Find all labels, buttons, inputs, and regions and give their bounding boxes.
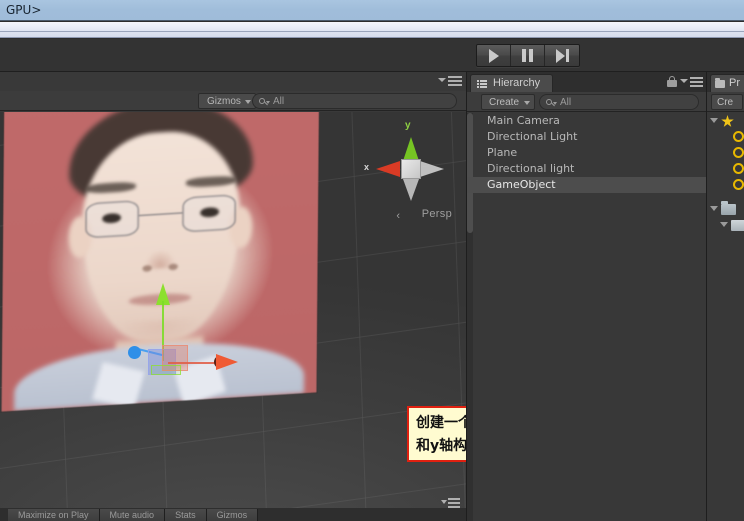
annotation-line-2: 和y轴构成平面正好和Plane平齐 bbox=[416, 438, 466, 454]
step-icon bbox=[555, 48, 569, 63]
scene-view-toolbar: Gizmos All bbox=[0, 91, 466, 111]
transform-move-gizmo[interactable] bbox=[118, 277, 248, 387]
game-panel-menu-icon[interactable] bbox=[440, 498, 460, 508]
search-chevron-icon bbox=[553, 102, 557, 105]
create-dropdown-button[interactable]: Create bbox=[481, 94, 536, 110]
project-list bbox=[707, 113, 744, 521]
hierarchy-item-directional-light-2[interactable]: Directional light bbox=[467, 161, 707, 177]
hierarchy-panel: Hierarchy Create All Main Camera Directi… bbox=[466, 72, 707, 521]
hierarchy-search-input[interactable]: All bbox=[539, 94, 699, 110]
window-titlebar: GPU> bbox=[0, 0, 744, 21]
pause-icon bbox=[522, 49, 533, 62]
star-icon bbox=[721, 115, 734, 127]
pause-button[interactable] bbox=[511, 45, 545, 66]
tab-hierarchy[interactable]: Hierarchy bbox=[470, 74, 554, 92]
projection-mode-label[interactable]: Persp bbox=[422, 208, 452, 220]
play-icon bbox=[488, 48, 499, 63]
search-icon bbox=[733, 163, 744, 174]
gizmos-label: Gizmos bbox=[207, 96, 241, 107]
project-row-assets[interactable] bbox=[707, 201, 744, 217]
scene-viewport[interactable]: y x ‹ Persp 创建一个空对象，旋转角度，使其x 和y轴构成平面正好和P… bbox=[0, 112, 466, 521]
editor-toolbar bbox=[0, 39, 744, 72]
mute-audio-button[interactable]: Mute audio bbox=[99, 509, 166, 521]
hierarchy-toolbar: Create All bbox=[467, 92, 707, 112]
gizmos-dropdown-button[interactable]: Gizmos bbox=[198, 93, 256, 109]
playback-controls bbox=[476, 44, 580, 67]
game-view-tabbar: Maximize on Play Mute audio Stats Gizmos bbox=[0, 498, 466, 521]
window-menu-strip bbox=[0, 22, 744, 32]
tab-project[interactable]: Pr bbox=[710, 74, 744, 92]
chevron-down-icon bbox=[524, 101, 531, 105]
project-panel: Pr Cre bbox=[706, 72, 744, 521]
game-view-options: Maximize on Play Mute audio Stats Gizmos bbox=[8, 509, 259, 521]
project-toolbar: Cre bbox=[707, 92, 744, 112]
gizmo-z-axis-icon[interactable] bbox=[128, 346, 141, 359]
project-row-saved-search-4[interactable] bbox=[707, 177, 744, 193]
hierarchy-item-gameobject[interactable]: GameObject bbox=[467, 177, 707, 193]
project-create-button[interactable]: Cre bbox=[711, 94, 743, 110]
gizmo-x-axis-icon[interactable] bbox=[216, 354, 238, 370]
step-button[interactable] bbox=[545, 45, 579, 66]
search-icon bbox=[733, 179, 744, 190]
play-button[interactable] bbox=[477, 45, 511, 66]
hierarchy-tab-label: Hierarchy bbox=[493, 77, 541, 89]
hierarchy-item-main-camera[interactable]: Main Camera bbox=[467, 113, 707, 129]
project-row-saved-search-2[interactable] bbox=[707, 145, 744, 161]
orient-center-cube-icon[interactable] bbox=[401, 159, 421, 179]
orient-y-cone-icon[interactable] bbox=[403, 137, 419, 161]
game-gizmos-button[interactable]: Gizmos bbox=[206, 509, 259, 521]
project-tab-row: Pr bbox=[707, 72, 744, 92]
chevron-down-icon[interactable] bbox=[720, 222, 728, 227]
gizmo-y-label: y bbox=[405, 120, 411, 131]
stats-button[interactable]: Stats bbox=[165, 509, 207, 521]
create-label: Create bbox=[489, 97, 520, 108]
chevron-down-icon bbox=[244, 100, 251, 104]
hierarchy-tab-row: Hierarchy bbox=[467, 72, 707, 92]
folder-icon bbox=[715, 78, 725, 88]
hierarchy-item-directional-light[interactable]: Directional Light bbox=[467, 129, 707, 145]
chevron-down-icon[interactable] bbox=[710, 118, 718, 123]
project-row-favorites[interactable] bbox=[707, 113, 744, 129]
hierarchy-icon bbox=[477, 79, 487, 89]
folder-icon bbox=[721, 201, 736, 215]
hierarchy-panel-menu-icon[interactable] bbox=[680, 77, 703, 88]
orient-x-cone-icon[interactable] bbox=[376, 161, 400, 177]
scene-search-input[interactable]: All bbox=[252, 93, 457, 109]
unity-editor-root: Gizmos All y x ‹ Persp 创建一个 和y轴构 Maximiz… bbox=[0, 39, 744, 521]
maximize-on-play-button[interactable]: Maximize on Play bbox=[8, 509, 100, 521]
project-row-saved-search-3[interactable] bbox=[707, 161, 744, 177]
window-title: GPU> bbox=[6, 3, 42, 17]
orient-neg-cone-icon[interactable] bbox=[403, 179, 419, 201]
lock-icon[interactable] bbox=[667, 76, 677, 87]
hierarchy-search-value: All bbox=[560, 97, 572, 108]
gizmo-x-label: x bbox=[364, 162, 370, 172]
window-toolbar-strip bbox=[0, 32, 744, 38]
search-icon bbox=[733, 131, 744, 142]
orient-pos-cone-icon[interactable] bbox=[420, 161, 444, 177]
annotation-callout: 创建一个空对象，旋转角度，使其x 和y轴构成平面正好和Plane平齐 bbox=[407, 406, 466, 462]
project-tab-label: Pr bbox=[729, 77, 740, 89]
hierarchy-list: Main Camera Directional Light Plane Dire… bbox=[467, 113, 707, 521]
hierarchy-item-plane[interactable]: Plane bbox=[467, 145, 707, 161]
scene-panel-menu-icon[interactable] bbox=[438, 75, 462, 87]
scene-view-panel: Gizmos All y x ‹ Persp 创建一个 和y轴构 Maximiz… bbox=[0, 72, 466, 521]
scene-search-value: All bbox=[273, 96, 285, 107]
search-icon bbox=[733, 147, 744, 158]
chevron-down-icon[interactable] bbox=[710, 206, 718, 211]
scene-orientation-gizmo[interactable]: y x ‹ Persp bbox=[364, 118, 454, 228]
project-row-assets-child[interactable] bbox=[707, 217, 744, 233]
persp-chevron-icon: ‹ bbox=[396, 210, 400, 222]
project-row-saved-search-1[interactable] bbox=[707, 129, 744, 145]
search-chevron-icon bbox=[266, 101, 270, 104]
annotation-line-1: 创建一个空对象，旋转角度，使其x bbox=[416, 415, 466, 431]
scene-tab-row bbox=[0, 72, 466, 91]
folder-icon bbox=[731, 220, 744, 231]
